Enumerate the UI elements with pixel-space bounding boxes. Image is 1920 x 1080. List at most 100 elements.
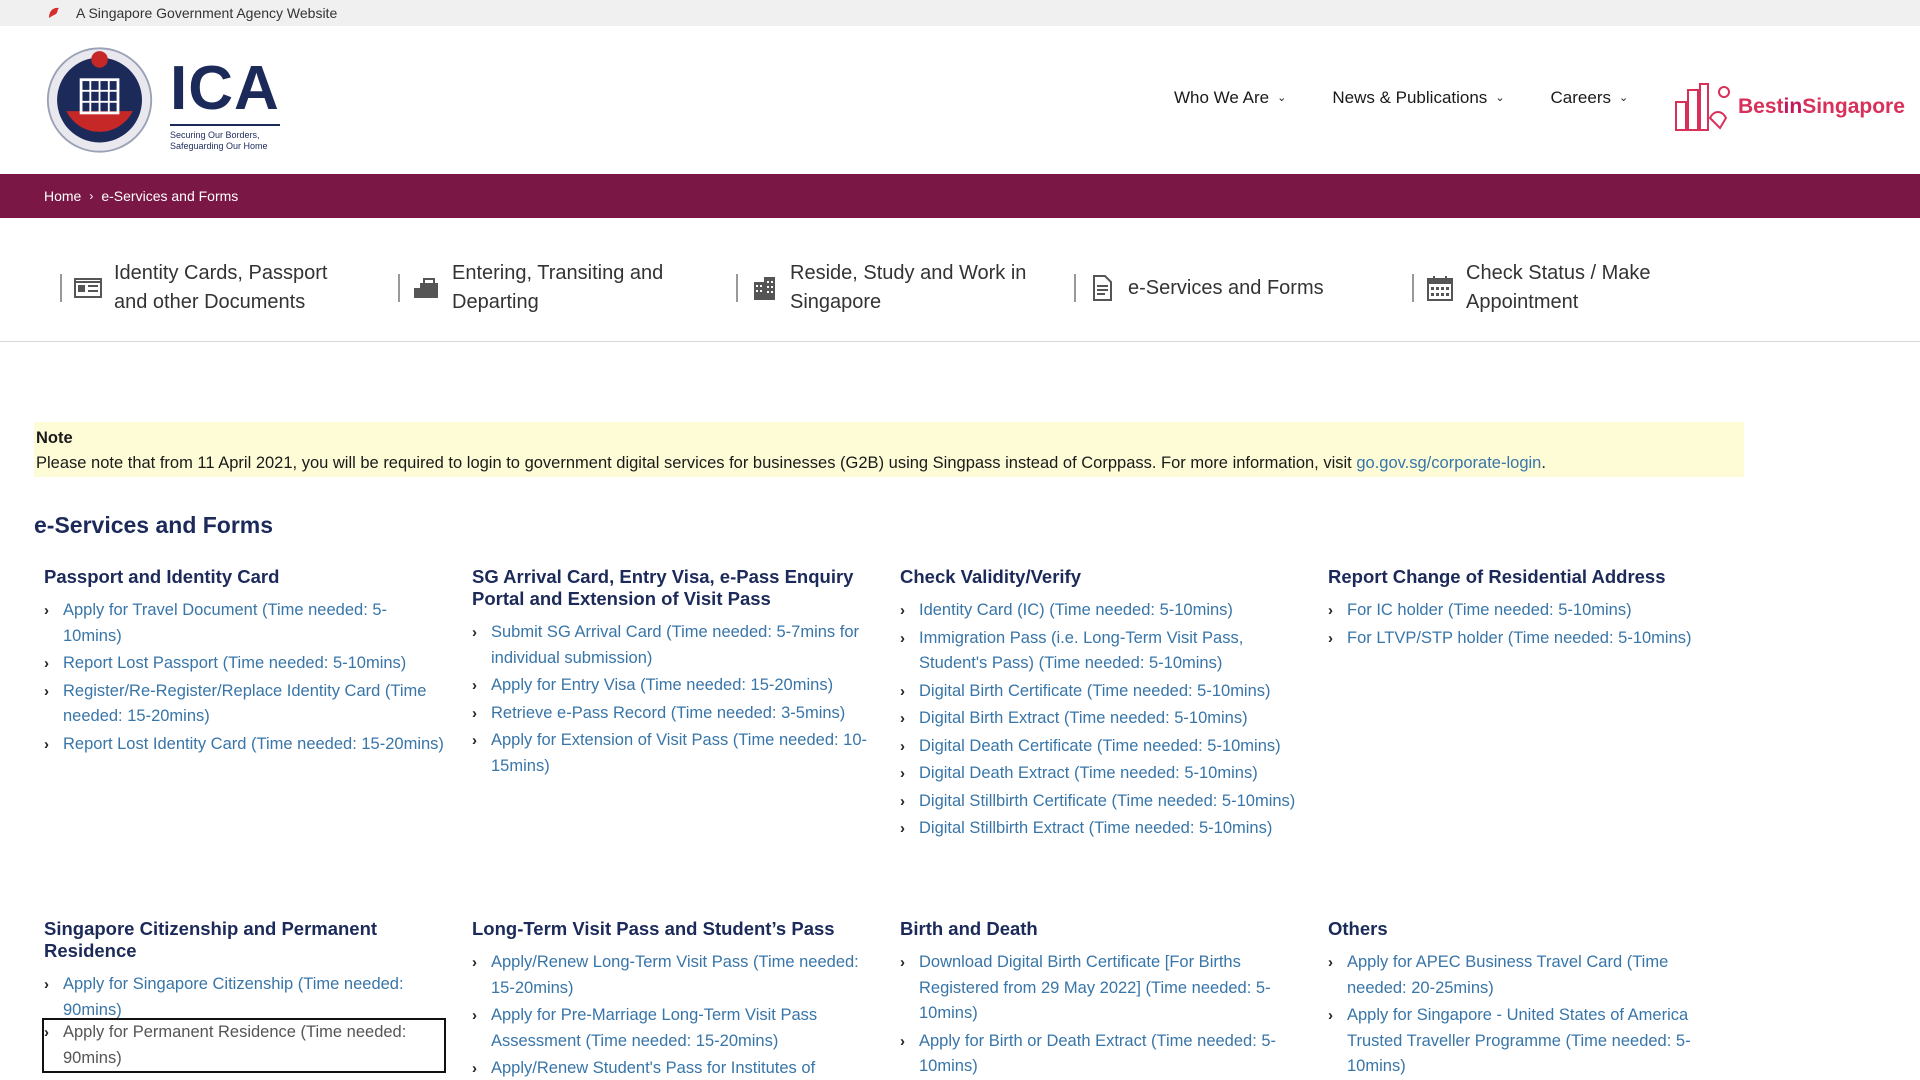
category-label: Reside, Study and Work in Singapore	[790, 262, 1027, 313]
breadcrumb-current: e-Services and Forms	[101, 188, 239, 204]
service-link[interactable]: › Immigration Pass (i.e. Long-Term Visit …	[900, 626, 1310, 677]
link-list: › Apply/Renew Long-Term Visit Pass (Time …	[472, 950, 882, 1080]
category-label: Entering, Transiting and Departing	[452, 262, 664, 313]
category-reside-study-work[interactable]: Reside, Study and Work in Singapore	[736, 260, 1026, 316]
group-title: Passport and Identity Card	[44, 566, 280, 587]
group-others: Others › Apply for APEC Business Travel C…	[1328, 918, 1728, 1080]
chevron-right-icon: ›	[44, 976, 49, 993]
divider	[60, 274, 62, 302]
nav-label: Who We Are	[1174, 88, 1270, 107]
group-passport-identity-card: Passport and Identity Card › Apply for Tr…	[44, 566, 444, 759]
nav-label: Careers	[1550, 88, 1611, 107]
calendar-icon	[1427, 276, 1453, 301]
service-link[interactable]: › Retrieve e-Pass Record (Time needed: 3-…	[472, 701, 882, 727]
singapore-lion-icon	[49, 7, 59, 18]
group-title: Birth and Death	[900, 918, 1038, 939]
service-link[interactable]: › Download Digital Birth Certificate [For…	[900, 950, 1310, 1027]
service-link[interactable]: › Apply/Renew Long-Term Visit Pass (Time …	[472, 950, 882, 1001]
service-link[interactable]: › Identity Card (IC) (Time needed: 5-10mi…	[900, 598, 1310, 624]
chevron-right-icon: ›	[1328, 629, 1333, 647]
service-link[interactable]: › Apply for Extension of Visit Pass (Time…	[472, 728, 882, 779]
ica-crest-logo[interactable]	[46, 40, 166, 160]
service-link[interactable]: › Report Lost Passport (Time needed: 5-10…	[44, 651, 444, 677]
ica-wordmark[interactable]: ICA Securing Our Borders, Safeguarding O…	[170, 58, 280, 152]
group-title: Report Change of Residential Address	[1328, 566, 1666, 587]
id-card-icon	[74, 278, 102, 298]
chevron-down-icon: ⌄	[1277, 91, 1287, 104]
chevron-right-icon: ›	[900, 629, 905, 647]
chevron-right-icon: ›	[900, 792, 905, 810]
service-link[interactable]: › Apply for Pre-Marriage Long-Term Visit …	[472, 1003, 882, 1054]
group-title: Singapore Citizenship and Permanent Resi…	[44, 918, 378, 961]
luggage-icon	[414, 278, 438, 298]
service-link-focused[interactable]: › Apply for Permanent Residence (Time nee…	[42, 1018, 446, 1073]
nav-careers[interactable]: Careers ⌄	[1551, 88, 1629, 108]
divider	[1412, 274, 1414, 302]
divider	[1074, 274, 1076, 302]
service-link[interactable]: › Digital Stillbirth Extract (Time needed…	[900, 816, 1310, 842]
nav-label: News & Publications	[1332, 88, 1488, 107]
logo-tagline: Securing Our Borders, Safeguarding Our H…	[170, 124, 280, 152]
service-link[interactable]: › Apply for Birth or Death Extract (Time …	[900, 1029, 1310, 1080]
link-list: › For IC holder (Time needed: 5-10mins) ›…	[1328, 598, 1748, 651]
service-link[interactable]: › Apply for Travel Document (Time needed:…	[44, 598, 444, 649]
category-entering-transiting[interactable]: Entering, Transiting and Departing	[398, 260, 663, 316]
service-link[interactable]: › Digital Death Certificate (Time needed:…	[900, 734, 1310, 760]
nav-who-we-are[interactable]: Who We Are ⌄	[1174, 88, 1286, 108]
category-label: Identity Cards, Passport and other Docume…	[114, 262, 328, 313]
service-link[interactable]: › Apply/Renew Student's Pass for Institut…	[472, 1056, 882, 1080]
note-title: Note	[36, 429, 73, 447]
category-check-status[interactable]: Check Status / Make Appointment	[1412, 260, 1651, 316]
chevron-right-icon: ›	[472, 624, 477, 641]
service-link[interactable]: › Submit SG Arrival Card (Time needed: 5-…	[472, 620, 882, 671]
group-birth-death: Birth and Death › Download Digital Birth …	[900, 918, 1310, 1080]
service-link[interactable]: › Apply for Singapore - United States of …	[1328, 1003, 1728, 1080]
city-skyline-icon	[1675, 83, 1730, 131]
chevron-right-icon: ›	[44, 682, 49, 700]
category-identity-cards[interactable]: Identity Cards, Passport and other Docume…	[60, 260, 327, 316]
chevron-right-icon: ›	[900, 710, 905, 727]
service-link[interactable]: › Apply for Singapore Citizenship (Time n…	[44, 972, 444, 1018]
breadcrumb-home[interactable]: Home	[44, 188, 81, 204]
best-in-singapore-campaign[interactable]: BestinSingapore	[1672, 80, 1905, 134]
service-link[interactable]: › Digital Stillbirth Certificate (Time ne…	[900, 789, 1310, 815]
chevron-right-icon: ›	[472, 1007, 477, 1024]
link-list: › Apply for Travel Document (Time needed:…	[44, 598, 444, 757]
service-link[interactable]: › For LTVP/STP holder (Time needed: 5-10m…	[1328, 626, 1748, 652]
chevron-right-icon: ›	[900, 737, 905, 755]
category-navigation: Identity Cards, Passport and other Docume…	[0, 218, 1920, 342]
service-link[interactable]: › Apply for Entry Visa (Time needed: 15-2…	[472, 673, 882, 699]
gov-bar-text: A Singapore Government Agency Website	[76, 5, 338, 21]
service-link[interactable]: › Register/Re-Register/Replace Identity C…	[44, 679, 444, 730]
service-link[interactable]: › Digital Birth Certificate (Time needed:…	[900, 679, 1310, 705]
service-link[interactable]: › Digital Death Extract (Time needed: 5-1…	[900, 761, 1310, 787]
group-citizenship-pr: Singapore Citizenship and Permanent Resi…	[42, 918, 446, 1073]
category-label: e-Services and Forms	[1128, 276, 1324, 299]
chevron-right-icon: ›	[472, 732, 477, 749]
service-link[interactable]: › Report Lost Identity Card (Time needed:…	[44, 732, 444, 758]
main-navigation: Who We Are ⌄ News & Publications ⌄ Caree…	[1174, 88, 1674, 108]
chevron-right-icon: ›	[44, 1024, 49, 1041]
chevron-down-icon: ⌄	[1495, 91, 1505, 104]
service-link[interactable]: › For IC holder (Time needed: 5-10mins)	[1328, 598, 1748, 624]
logo-tagline-line-1: Securing Our Borders,	[170, 130, 260, 140]
chevron-right-icon: ›	[900, 820, 905, 837]
group-change-address: Report Change of Residential Address › Fo…	[1328, 566, 1748, 653]
breadcrumb: Home › e-Services and Forms	[0, 174, 1920, 218]
chevron-right-icon: ›	[900, 682, 905, 700]
service-link[interactable]: › Apply for APEC Business Travel Card (Ti…	[1328, 950, 1728, 1001]
note-body: Please note that from 11 April 2021, you…	[36, 454, 1546, 472]
corporate-login-link[interactable]: go.gov.sg/corporate-login	[1356, 454, 1541, 472]
group-title: Long-Term Visit Pass and Student’s Pass	[472, 918, 835, 939]
section-title: e-Services and Forms	[34, 512, 274, 538]
nav-news-publications[interactable]: News & Publications ⌄	[1332, 88, 1504, 108]
category-eservices-forms[interactable]: e-Services and Forms	[1074, 260, 1324, 316]
divider	[736, 274, 738, 302]
chevron-right-icon: ›	[472, 677, 477, 694]
government-agency-bar: A Singapore Government Agency Website	[0, 0, 1920, 26]
logo-tagline-line-2: Safeguarding Our Home	[170, 141, 268, 151]
group-title: Others	[1328, 918, 1388, 939]
service-link[interactable]: › Digital Birth Extract (Time needed: 5-1…	[900, 706, 1310, 732]
chevron-right-icon: ›	[900, 765, 905, 782]
category-label: Check Status / Make Appointment	[1466, 262, 1651, 313]
